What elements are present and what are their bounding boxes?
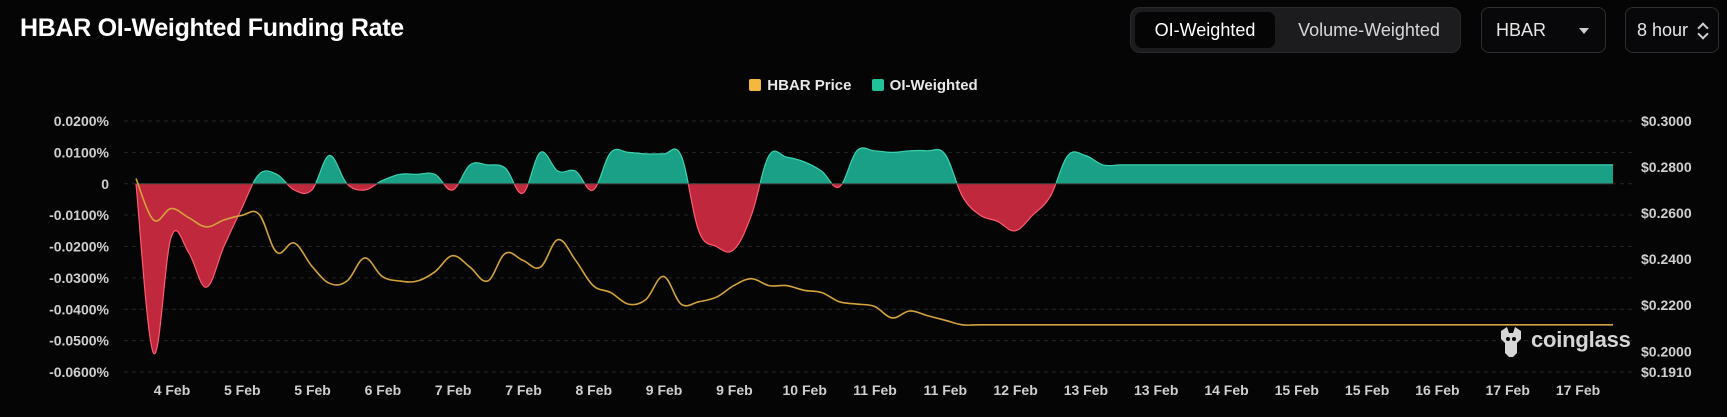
y-tick-label: -0.0500% [49, 333, 109, 349]
y-tick-label: -0.0600% [49, 364, 109, 380]
y-tick-label: 0 [101, 176, 109, 192]
x-tick-label: 5 Feb [224, 382, 261, 398]
y-right-tick-label: $0.2400 [1641, 251, 1692, 267]
x-tick-label: 13 Feb [1134, 382, 1178, 398]
x-tick-label: 8 Feb [576, 382, 613, 398]
y-right-tick-label: $0.2600 [1641, 205, 1692, 221]
x-tick-label: 7 Feb [435, 382, 472, 398]
x-tick-label: 11 Feb [853, 382, 897, 398]
x-tick-label: 17 Feb [1486, 382, 1530, 398]
y-tick-label: 0.0200% [54, 113, 110, 129]
y-right-tick-label: $0.3000 [1641, 113, 1692, 129]
funding-rate-chart: 0.0200% 0.0100% 0 -0.0100% -0.0200% -0.0300% -… [49, 113, 1692, 398]
coinglass-logo-icon [1501, 327, 1521, 357]
y-right-tick-label: $0.2800 [1641, 159, 1692, 175]
x-tick-label: 9 Feb [646, 382, 683, 398]
x-tick-label: 17 Feb [1556, 382, 1600, 398]
oi-positive-area [136, 147, 1613, 184]
y-right-tick-label: $0.1910 [1641, 364, 1692, 380]
x-tick-label: 14 Feb [1204, 382, 1248, 398]
x-tick-label: 15 Feb [1345, 382, 1389, 398]
hbar-price-line [135, 178, 1613, 326]
x-tick-label: 6 Feb [365, 382, 402, 398]
y-tick-label: -0.0300% [49, 270, 109, 286]
brand-name: coinglass [1531, 327, 1631, 352]
x-tick-label: 9 Feb [716, 382, 753, 398]
x-tick-label: 11 Feb [924, 382, 968, 398]
y-tick-label: -0.0100% [49, 207, 109, 223]
x-tick-label: 7 Feb [505, 382, 542, 398]
y-right-tick-label: $0.2000 [1641, 343, 1692, 359]
y-right-tick-label: $0.2200 [1641, 297, 1692, 313]
y-tick-label: -0.0200% [49, 239, 109, 255]
x-tick-label: 13 Feb [1064, 382, 1108, 398]
x-tick-label: 10 Feb [783, 382, 827, 398]
x-tick-label: 12 Feb [993, 382, 1037, 398]
x-tick-label: 15 Feb [1275, 382, 1319, 398]
x-tick-label: 4 Feb [154, 382, 191, 398]
x-tick-label: 16 Feb [1415, 382, 1459, 398]
y-tick-label: -0.0400% [49, 301, 109, 317]
y-tick-label: 0.0100% [54, 144, 110, 160]
x-tick-label: 5 Feb [294, 382, 331, 398]
